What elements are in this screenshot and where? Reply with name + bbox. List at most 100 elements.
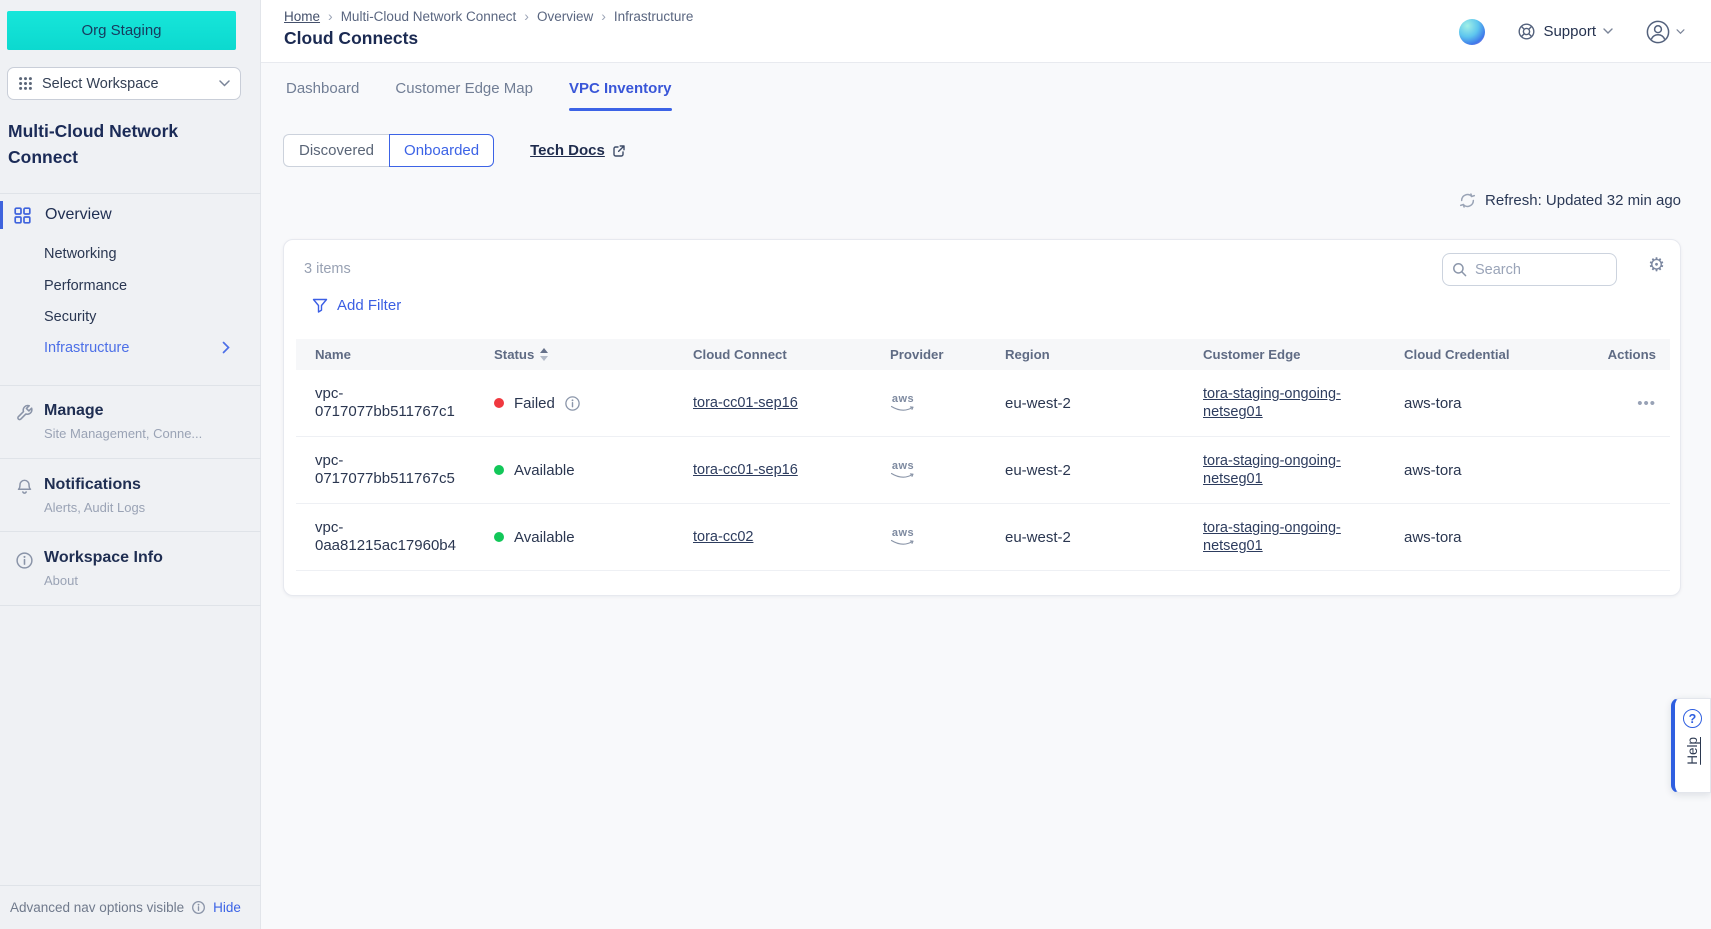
tech-docs-label: Tech Docs <box>530 142 605 159</box>
cell-provider: aws <box>871 394 986 412</box>
support-label: Support <box>1543 23 1596 40</box>
page-title: Cloud Connects <box>284 28 418 49</box>
main-area: Home › Multi-Cloud Network Connect › Ove… <box>261 0 1711 929</box>
breadcrumb: Home › Multi-Cloud Network Connect › Ove… <box>284 8 693 24</box>
tab-vpc-inventory[interactable]: VPC Inventory <box>569 80 672 111</box>
advanced-nav-text: Advanced nav options visible <box>10 900 184 915</box>
status-info-icon[interactable] <box>564 395 581 412</box>
cloud-credential-value: aws-tora <box>1404 395 1462 412</box>
cell-region: eu-west-2 <box>986 395 1184 412</box>
help-tab-label: Help <box>1685 737 1700 765</box>
breadcrumb-infrastructure: Infrastructure <box>614 9 694 24</box>
bell-icon <box>15 478 34 497</box>
customer-edge-link[interactable]: tora-staging-ongoing-netseg01 <box>1203 452 1368 488</box>
breadcrumb-home[interactable]: Home <box>284 9 320 24</box>
info-icon[interactable] <box>191 900 206 915</box>
cell-name: vpc-0aa81215ac17960b4 <box>296 519 475 555</box>
cell-provider: aws <box>871 528 986 546</box>
info-icon <box>15 551 34 570</box>
cell-customer-edge: tora-staging-ongoing-netseg01 <box>1184 519 1385 555</box>
support-menu[interactable]: Support <box>1517 22 1613 41</box>
tab-customer-edge-map[interactable]: Customer Edge Map <box>395 80 533 111</box>
sort-icon[interactable] <box>540 348 548 361</box>
sidebar-item-infrastructure[interactable]: Infrastructure <box>44 338 129 358</box>
cell-cloud-credential: aws-tora <box>1385 462 1575 479</box>
assistant-orb-avatar[interactable] <box>1459 19 1485 45</box>
tech-docs-link[interactable]: Tech Docs <box>530 142 626 159</box>
customer-edge-link[interactable]: tora-staging-ongoing-netseg01 <box>1203 385 1368 421</box>
search-box <box>1442 253 1617 286</box>
search-icon <box>1452 262 1467 277</box>
sidebar-item-manage-subtitle: Site Management, Conne... <box>44 426 202 441</box>
status-dot-available <box>494 532 504 542</box>
user-profile-menu[interactable] <box>1645 19 1685 45</box>
sidebar-item-overview[interactable]: Overview <box>0 199 261 231</box>
gear-icon[interactable]: ⚙ <box>1648 256 1665 275</box>
sidebar-item-notifications-subtitle: Alerts, Audit Logs <box>44 500 145 515</box>
cloud-connect-link[interactable]: tora-cc01-sep16 <box>693 462 798 478</box>
customer-edge-link[interactable]: tora-staging-ongoing-netseg01 <box>1203 519 1368 555</box>
col-header-provider: Provider <box>871 347 986 362</box>
chevron-down-icon <box>1603 28 1613 35</box>
sidebar-item-networking[interactable]: Networking <box>44 244 117 264</box>
add-filter-button[interactable]: Add Filter <box>312 297 401 314</box>
status-label: Available <box>514 529 575 546</box>
workspace-selector[interactable]: Select Workspace <box>7 67 241 100</box>
table-row: vpc-0aa81215ac17960b4 Available tora-cc0… <box>296 504 1670 571</box>
workspace-selector-label: Select Workspace <box>42 76 210 92</box>
col-header-cloud-connect: Cloud Connect <box>674 347 871 362</box>
cloud-credential-value: aws-tora <box>1404 462 1462 479</box>
sidebar-item-performance[interactable]: Performance <box>44 276 127 296</box>
cell-status: Failed <box>475 395 674 412</box>
divider <box>0 193 261 194</box>
breadcrumb-separator: › <box>601 8 606 24</box>
sidebar-footer: Advanced nav options visible Hide <box>0 885 261 929</box>
cell-status: Available <box>475 529 674 546</box>
col-header-status[interactable]: Status <box>475 347 674 362</box>
region-value: eu-west-2 <box>1005 395 1071 412</box>
app-root: Org Staging Select Workspace Multi-Cloud… <box>0 0 1711 929</box>
lifebuoy-icon <box>1517 22 1536 41</box>
col-header-status-label: Status <box>494 347 534 362</box>
org-staging-button[interactable]: Org Staging <box>7 11 236 50</box>
breadcrumb-overview[interactable]: Overview <box>537 9 593 24</box>
cell-region: eu-west-2 <box>986 529 1184 546</box>
cell-cloud-credential: aws-tora <box>1385 529 1575 546</box>
status-label: Available <box>514 462 575 479</box>
discovered-toggle-button[interactable]: Discovered <box>283 134 389 167</box>
region-value: eu-west-2 <box>1005 462 1071 479</box>
help-question-icon: ? <box>1683 709 1702 728</box>
sidebar-item-security[interactable]: Security <box>44 307 96 327</box>
refresh-icon <box>1459 192 1476 209</box>
cell-cloud-credential: aws-tora <box>1385 395 1575 412</box>
cloud-connect-link[interactable]: tora-cc01-sep16 <box>693 395 798 411</box>
sidebar: Org Staging Select Workspace Multi-Cloud… <box>0 0 261 929</box>
cell-actions: ••• <box>1575 395 1670 412</box>
table-header-row: Name Status Cloud Connect Provider Regio… <box>296 339 1670 370</box>
breadcrumb-separator: › <box>524 8 529 24</box>
chevron-down-icon <box>219 80 230 87</box>
inventory-toggle-row: Discovered Onboarded Tech Docs <box>283 134 626 167</box>
aws-provider-icon: aws <box>890 461 916 479</box>
wrench-icon <box>15 404 34 423</box>
breadcrumb-mcn-connect[interactable]: Multi-Cloud Network Connect <box>341 9 517 24</box>
vpc-table: Name Status Cloud Connect Provider Regio… <box>296 339 1670 571</box>
cell-cloud-connect: tora-cc01-sep16 <box>674 462 871 478</box>
cloud-connect-link[interactable]: tora-cc02 <box>693 529 753 545</box>
tab-dashboard[interactable]: Dashboard <box>286 80 359 111</box>
row-actions-menu[interactable]: ••• <box>1637 395 1656 412</box>
aws-text: aws <box>892 461 914 472</box>
cell-status: Available <box>475 462 674 479</box>
divider <box>0 385 261 386</box>
onboarded-toggle-button[interactable]: Onboarded <box>389 134 494 167</box>
cell-cloud-connect: tora-cc02 <box>674 529 871 545</box>
col-header-actions: Actions <box>1575 347 1670 362</box>
refresh-control[interactable]: Refresh: Updated 32 min ago <box>1459 192 1681 209</box>
region-value: eu-west-2 <box>1005 529 1071 546</box>
search-input[interactable] <box>1475 262 1595 278</box>
aws-text: aws <box>892 394 914 405</box>
hide-nav-link[interactable]: Hide <box>213 900 241 915</box>
cell-region: eu-west-2 <box>986 462 1184 479</box>
help-tab[interactable]: ? Help <box>1671 698 1711 793</box>
vpc-name: vpc-0717077bb511767c1 <box>315 385 460 421</box>
